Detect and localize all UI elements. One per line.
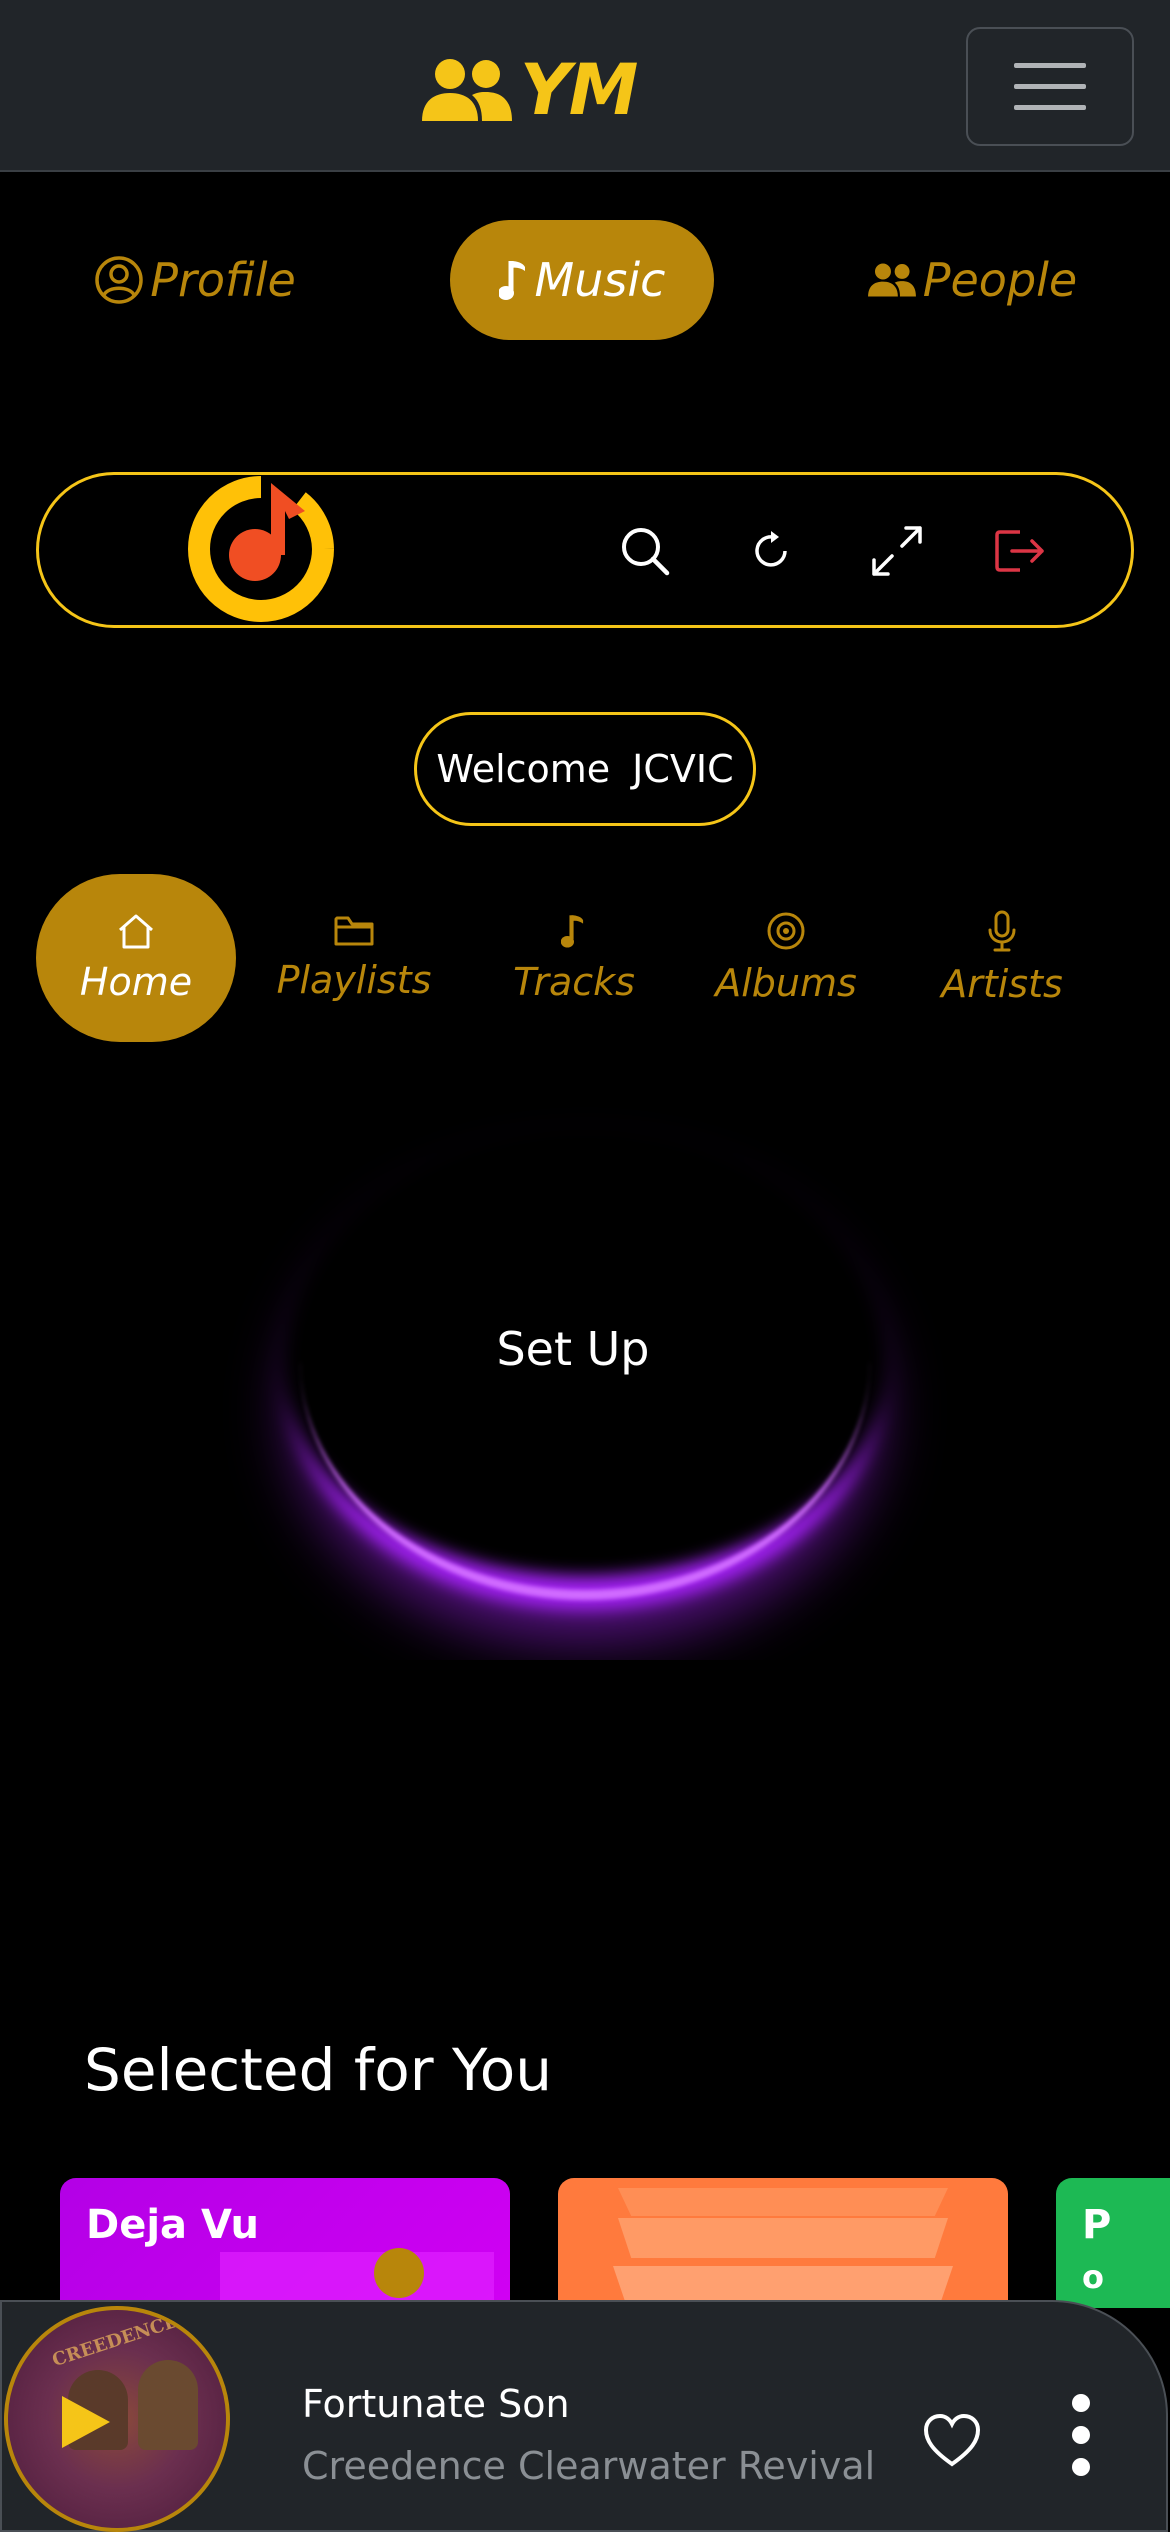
card-title: Deja Vu [86,2202,259,2248]
subtab-tracks[interactable]: Tracks [474,874,674,1042]
tab-people-label: People [922,253,1078,307]
toolbar [36,472,1134,628]
setup-area: Set Up [0,1100,1170,1660]
music-note-icon [561,915,584,948]
track-title: Fortunate Son [302,2382,570,2426]
folder-icon [334,916,374,946]
people-icon [867,263,916,297]
top-navbar: YM [0,0,1170,172]
card-art-dot [374,2248,424,2298]
people-icon [422,59,512,121]
heart-icon[interactable] [922,2412,982,2468]
selected-cards: Deja Vu P o [0,2178,1170,2308]
card-deja-vu[interactable]: Deja Vu [60,2178,510,2308]
subtab-albums-label: Albums [715,961,857,1005]
welcome-badge: Welcome JCVIC [414,712,756,826]
section-title-selected: Selected for You [84,2036,553,2104]
music-note-icon [498,261,525,300]
brand-name: YM [520,49,638,131]
card-title: P [1082,2202,1112,2248]
card-subtitle: o [1082,2258,1104,2296]
welcome-username: JCVIC [632,747,734,791]
tab-people[interactable]: People [867,220,1077,340]
music-app-logo[interactable] [181,475,341,625]
setup-button[interactable]: Set Up [0,1322,1146,1376]
play-icon[interactable] [58,2392,114,2452]
home-icon [119,914,153,949]
tab-profile-label: Profile [150,253,296,307]
microphone-icon [988,910,1016,952]
more-dot [1072,2394,1090,2412]
card-playlist-3[interactable]: P o [1056,2178,1170,2308]
mini-player[interactable]: CREEDENCE Fortunate Son Creedence Clearw… [0,2300,1168,2532]
menu-bar [1014,105,1086,110]
brand-logo[interactable]: YM [420,49,638,131]
tab-profile[interactable]: Profile [95,220,296,340]
hamburger-menu-button[interactable] [966,27,1134,146]
menu-bar [1014,63,1086,68]
fullscreen-button[interactable] [869,523,925,579]
more-options-button[interactable] [1066,2394,1096,2476]
menu-bar [1014,84,1086,89]
card-playlist-2[interactable] [558,2178,1008,2308]
more-dot [1072,2458,1090,2476]
subtab-playlists[interactable]: Playlists [254,874,454,1042]
album-art-figure [138,2360,198,2450]
fullscreen-icon [872,526,922,576]
subtab-albums[interactable]: Albums [686,874,886,1042]
track-artist: Creedence Clearwater Revival [302,2444,876,2488]
main-tabs: Profile Music People [0,220,1170,340]
search-button[interactable] [617,523,673,579]
album-art[interactable]: CREEDENCE [4,2306,230,2532]
tab-music-label: Music [534,253,666,307]
more-dot [1072,2426,1090,2444]
search-icon [622,528,670,576]
subtab-home-label: Home [79,960,193,1004]
subtab-artists-label: Artists [941,962,1063,1006]
user-circle-icon [95,256,143,304]
tab-music[interactable]: Music [450,220,714,340]
card-art-stripe [618,2188,948,2216]
refresh-icon [755,531,787,567]
card-art-stripe [618,2218,948,2258]
welcome-greeting: Welcome [436,747,611,791]
subtab-tracks-label: Tracks [513,960,635,1004]
logout-icon [995,530,1044,572]
subtab-artists[interactable]: Artists [902,874,1102,1042]
disc-icon [767,912,805,950]
subtab-home[interactable]: Home [36,874,236,1042]
logout-button[interactable] [993,523,1049,579]
subtab-playlists-label: Playlists [276,958,432,1002]
refresh-button[interactable] [743,523,799,579]
